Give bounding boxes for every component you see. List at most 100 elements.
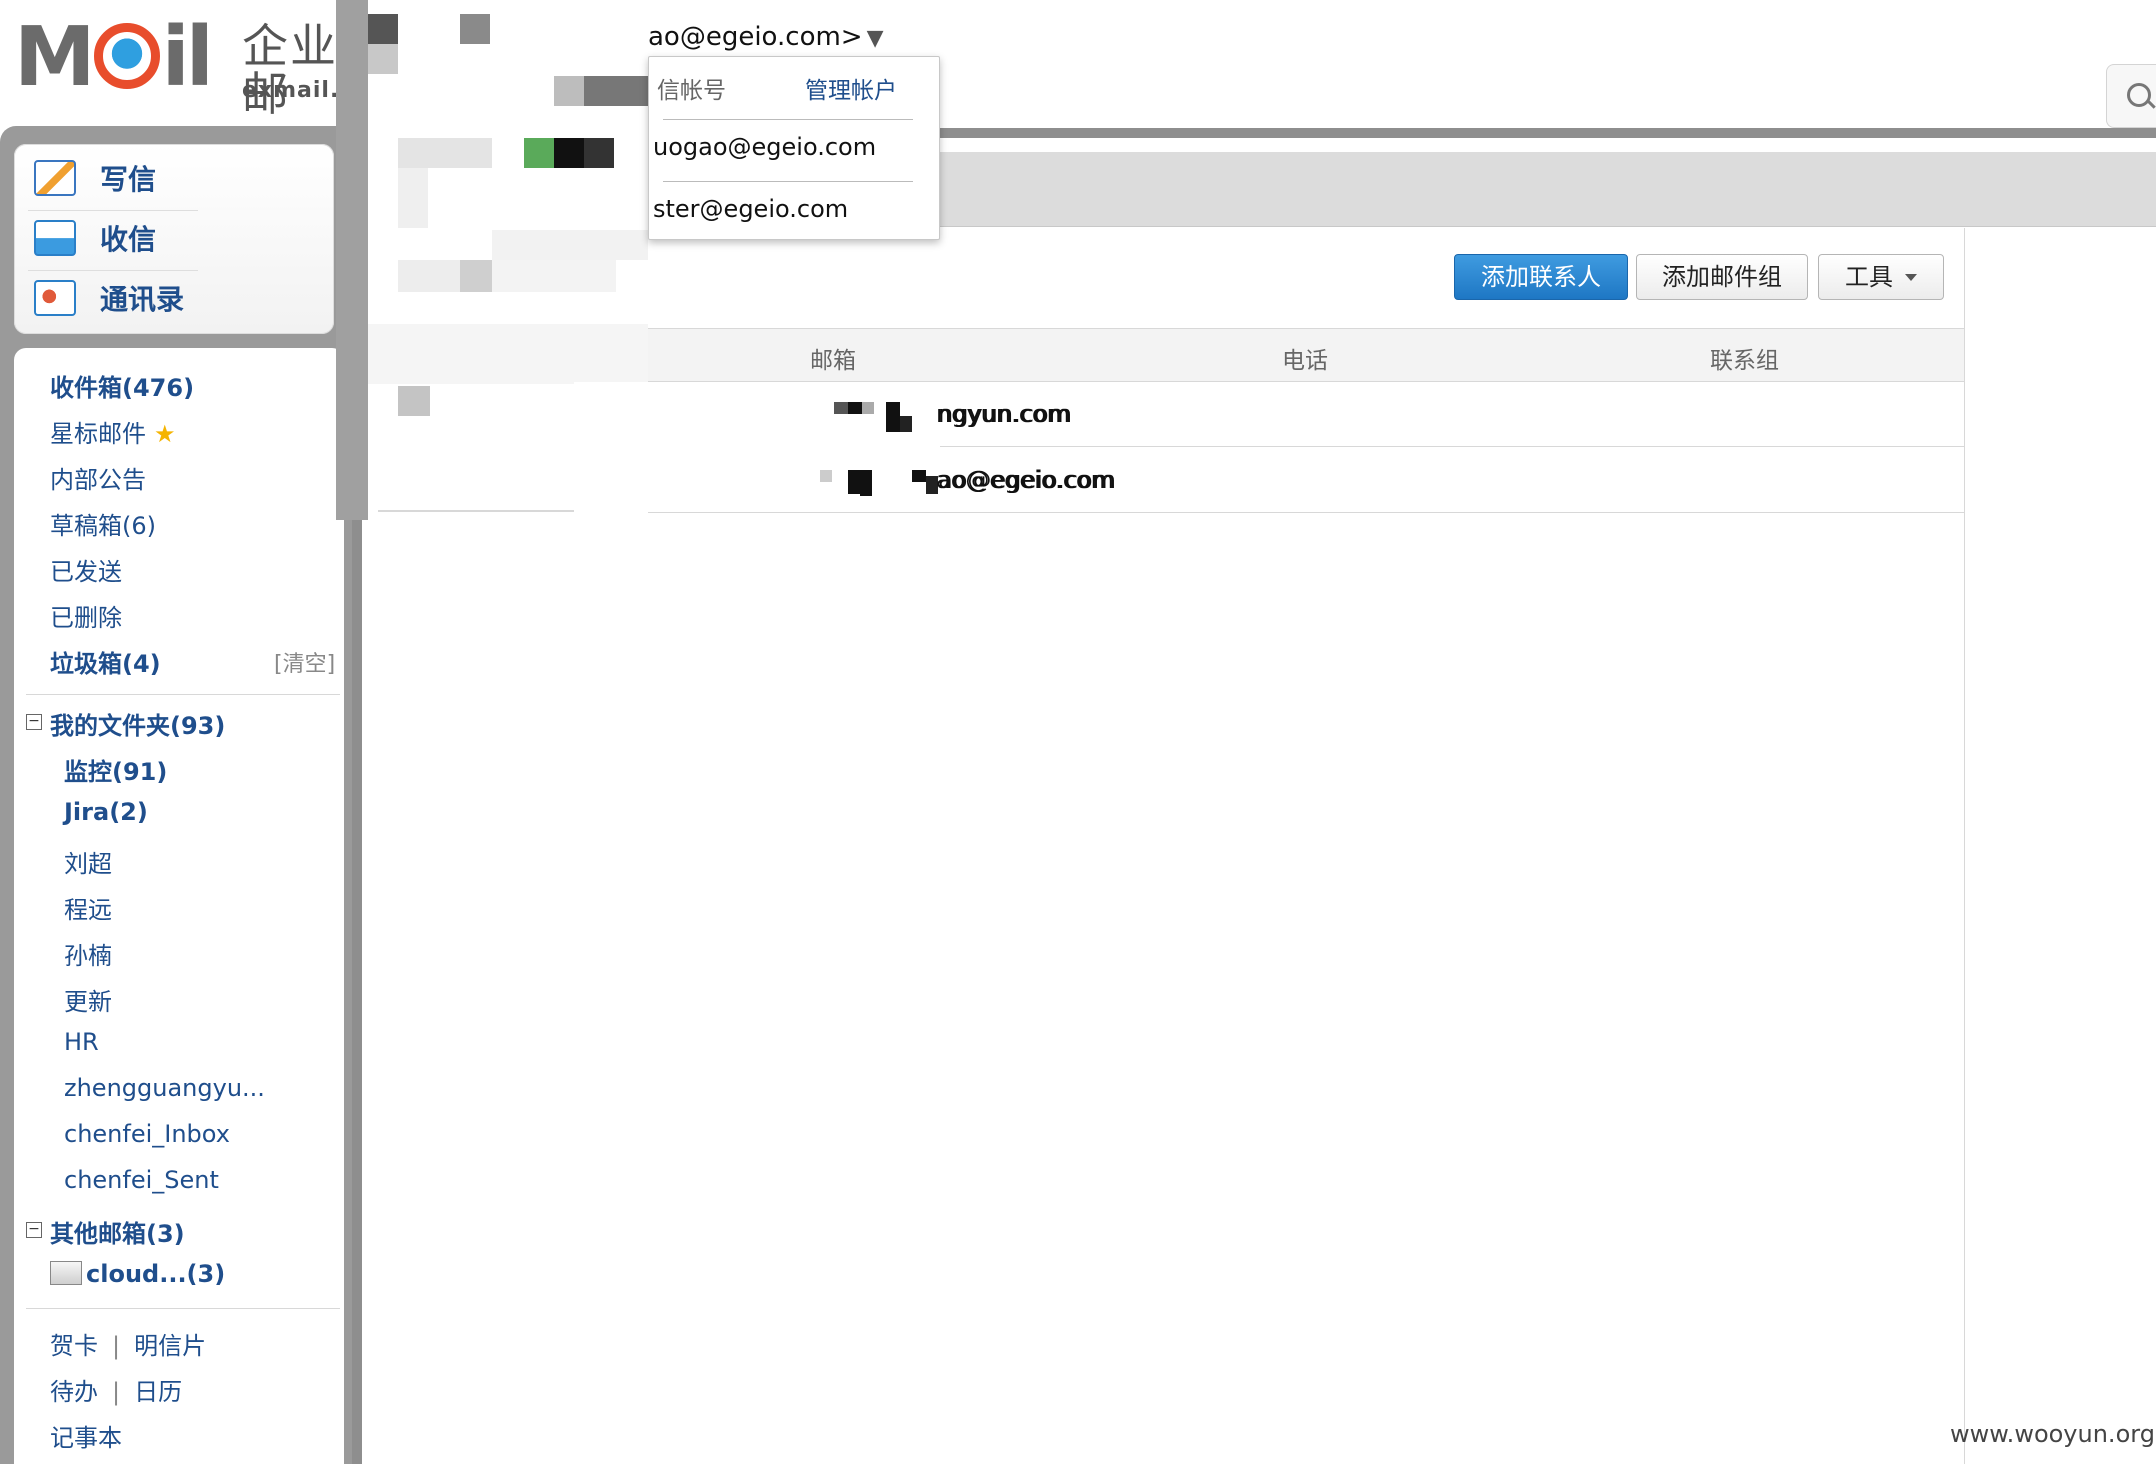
other-mailboxes-title[interactable]: 其他邮箱(3) bbox=[50, 1214, 185, 1249]
tools-row-todo: 待办 | 日历 bbox=[50, 1372, 182, 1407]
my-folder-item[interactable]: Jira(2) bbox=[64, 798, 148, 826]
chevron-down-icon bbox=[1905, 274, 1917, 281]
tools-row-notepad: 记事本 bbox=[50, 1418, 122, 1453]
search-icon bbox=[2127, 83, 2151, 107]
redacted-block bbox=[848, 402, 862, 414]
folder-spam[interactable]: 垃圾箱(4) bbox=[50, 644, 161, 679]
redacted-block bbox=[862, 402, 874, 414]
redacted-block bbox=[492, 260, 616, 292]
receive-mail-label: 收信 bbox=[100, 223, 157, 256]
redacted-block bbox=[460, 260, 492, 292]
spam-clear-link[interactable]: [清空] bbox=[274, 646, 335, 678]
folder-sent[interactable]: 已发送 bbox=[50, 552, 122, 587]
redacted-block bbox=[492, 230, 648, 260]
current-account-switcher[interactable]: ao@egeio.com> ▼ bbox=[648, 22, 884, 52]
redacted-block bbox=[554, 138, 584, 168]
folder-deleted[interactable]: 已删除 bbox=[50, 598, 122, 633]
redacted-block bbox=[368, 44, 398, 74]
compose-button[interactable]: 写信 bbox=[34, 158, 156, 198]
notepad-link[interactable]: 记事本 bbox=[50, 1424, 122, 1452]
my-folder-item[interactable]: chenfei_Inbox bbox=[64, 1120, 230, 1148]
todo-link[interactable]: 待办 bbox=[50, 1378, 98, 1406]
sidebar-divider bbox=[26, 694, 340, 695]
receive-mail-button[interactable]: 收信 bbox=[34, 218, 156, 258]
my-folder-item[interactable]: zhengguangyu... bbox=[64, 1074, 265, 1102]
tools-separator: | bbox=[112, 1378, 121, 1406]
search-button[interactable] bbox=[2106, 64, 2156, 128]
redacted-block bbox=[368, 324, 648, 384]
redacted-block bbox=[584, 76, 648, 106]
my-folder-item[interactable]: 孙楠 bbox=[64, 936, 112, 971]
inbox-download-icon bbox=[34, 220, 76, 256]
redacted-block bbox=[398, 386, 430, 416]
redacted-block bbox=[860, 482, 872, 496]
redacted-block bbox=[368, 14, 398, 44]
column-group[interactable]: 联系组 bbox=[1710, 341, 1779, 375]
manage-accounts-link[interactable]: 管理帐户 bbox=[805, 71, 897, 105]
redacted-block bbox=[912, 470, 926, 482]
add-contact-button[interactable]: 添加联系人 bbox=[1454, 254, 1628, 300]
my-folders-title[interactable]: 我的文件夹(93) bbox=[50, 706, 225, 741]
table-row-visible-text: ao@egeio.com bbox=[936, 448, 1236, 512]
other-mailboxes-collapse-icon[interactable]: − bbox=[26, 1222, 42, 1238]
other-mailbox-label: cloud...(3) bbox=[86, 1260, 226, 1288]
exmail-logo[interactable]: Mil 企业邮 exmail.q bbox=[14, 10, 355, 119]
logo-chinese-text: 企业邮 bbox=[242, 19, 338, 121]
redacted-block bbox=[398, 168, 428, 228]
folder-inbox[interactable]: 收件箱(476) bbox=[50, 368, 194, 403]
redacted-block bbox=[820, 470, 832, 482]
redacted-block bbox=[554, 76, 584, 106]
contact-email: ao@egeio.com bbox=[936, 466, 1114, 494]
address-book-label: 通讯录 bbox=[100, 283, 185, 316]
compose-label: 写信 bbox=[100, 163, 157, 196]
my-folder-item[interactable]: 程远 bbox=[64, 890, 112, 925]
column-email[interactable]: 邮箱 bbox=[810, 341, 856, 375]
account-option[interactable]: uogao@egeio.com bbox=[653, 133, 876, 161]
my-folder-item[interactable]: 更新 bbox=[64, 982, 112, 1017]
logo-mail-wordmark: Mil bbox=[14, 10, 214, 105]
my-folders-collapse-icon[interactable]: − bbox=[26, 714, 42, 730]
compose-icon bbox=[34, 160, 76, 196]
calendar-link[interactable]: 日历 bbox=[134, 1378, 182, 1406]
add-group-button[interactable]: 添加邮件组 bbox=[1636, 254, 1808, 300]
redacted-block bbox=[886, 402, 900, 432]
greeting-card-link[interactable]: 贺卡 bbox=[50, 1332, 98, 1360]
folder-starred[interactable]: 星标邮件 ★ bbox=[50, 414, 176, 449]
content-right-border bbox=[1964, 228, 1965, 1464]
main-header-bar bbox=[940, 152, 2156, 227]
my-folder-item[interactable]: 监控(91) bbox=[64, 752, 167, 787]
my-folder-item[interactable]: 刘超 bbox=[64, 844, 112, 879]
redacted-block bbox=[524, 138, 554, 168]
redacted-block bbox=[336, 0, 368, 520]
column-phone[interactable]: 电话 bbox=[1282, 341, 1328, 375]
tools-label: 工具 bbox=[1845, 263, 1893, 291]
tools-separator: | bbox=[112, 1332, 121, 1360]
top-divider bbox=[940, 128, 2156, 138]
account-dropdown-menu: 信帐号 管理帐户 uogao@egeio.com ster@egeio.com bbox=[648, 56, 940, 240]
redacted-block bbox=[398, 138, 492, 168]
folder-notices[interactable]: 内部公告 bbox=[50, 460, 146, 495]
dropdown-divider bbox=[663, 119, 913, 120]
contact-email: ngyun.com bbox=[936, 400, 1070, 428]
redacted-block bbox=[834, 402, 848, 414]
folder-drafts[interactable]: 草稿箱(6) bbox=[50, 506, 156, 541]
account-option[interactable]: ster@egeio.com bbox=[653, 195, 848, 223]
my-folder-item[interactable]: chenfei_Sent bbox=[64, 1166, 219, 1194]
tools-dropdown-button[interactable]: 工具 bbox=[1818, 254, 1944, 300]
redacted-block bbox=[584, 138, 614, 168]
redacted-block bbox=[900, 416, 912, 432]
address-book-icon bbox=[34, 280, 76, 316]
postcard-link[interactable]: 明信片 bbox=[134, 1332, 206, 1360]
account-caret-icon: ▼ bbox=[866, 26, 884, 51]
my-folder-item[interactable]: HR bbox=[64, 1028, 99, 1056]
redacted-block bbox=[460, 14, 490, 44]
sidebar-divider bbox=[26, 1308, 340, 1309]
table-row-visible-text: ngyun.com bbox=[936, 382, 1236, 446]
quick-action-divider bbox=[28, 270, 198, 271]
folder-starred-label: 星标邮件 bbox=[50, 420, 146, 448]
other-mailbox-item[interactable]: cloud...(3) bbox=[50, 1260, 225, 1288]
redacted-block bbox=[378, 510, 574, 512]
address-book-button[interactable]: 通讯录 bbox=[34, 278, 184, 318]
mailbox-icon bbox=[50, 1261, 82, 1285]
tools-row-cards: 贺卡 | 明信片 bbox=[50, 1326, 206, 1361]
